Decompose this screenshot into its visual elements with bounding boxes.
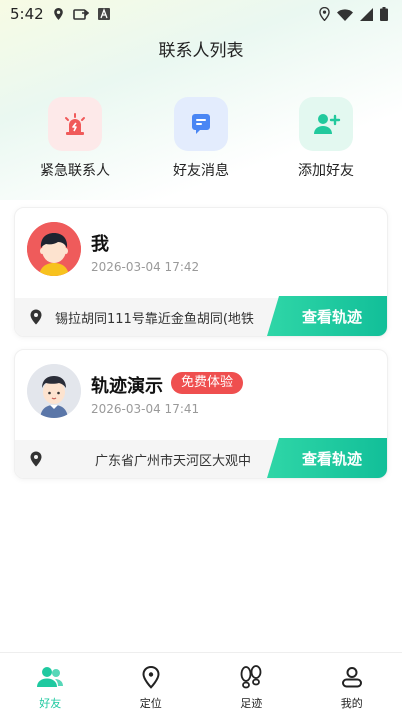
location-pin-icon <box>139 665 163 693</box>
forward-icon <box>72 8 89 21</box>
tab-label: 定位 <box>139 697 162 710</box>
tab-footprints[interactable]: 足迹 <box>201 653 302 716</box>
friend-messages-button[interactable]: 好友消息 <box>151 97 251 180</box>
tab-profile[interactable]: 我的 <box>302 653 402 716</box>
avatar <box>27 364 81 418</box>
quick-action-label: 添加好友 <box>298 163 354 179</box>
contact-time: 2026-03-04 17:42 <box>91 260 200 274</box>
message-icon <box>174 97 228 151</box>
page-title: 联系人列表 <box>158 41 244 61</box>
contact-address: 锡拉胡同111号靠近金鱼胡同(地铁 <box>55 312 254 327</box>
view-track-button[interactable]: 查看轨迹 <box>267 296 387 336</box>
quick-action-label: 好友消息 <box>173 163 229 179</box>
tab-location[interactable]: 定位 <box>101 653 202 716</box>
tab-label: 好友 <box>39 697 62 710</box>
footprints-icon <box>238 665 264 693</box>
tab-label: 足迹 <box>240 697 263 710</box>
quick-action-label: 紧急联系人 <box>40 163 110 179</box>
map-pin-icon <box>29 451 43 471</box>
profile-icon <box>340 665 364 693</box>
wifi-icon <box>337 8 353 21</box>
location-icon <box>319 7 330 21</box>
location-icon <box>53 8 64 20</box>
status-bar: 5:42 <box>0 0 402 28</box>
bottom-tab-bar: 好友 定位 足迹 我的 <box>0 652 402 716</box>
signal-icon <box>360 7 373 21</box>
contact-card[interactable]: 轨迹演示 免费体验 2026-03-04 17:41 广东省广州市天河区大观中 … <box>14 349 388 479</box>
a-icon <box>97 8 110 20</box>
contact-address: 广东省广州市天河区大观中 <box>95 454 252 469</box>
battery-icon <box>380 7 388 21</box>
add-friend-button[interactable]: 添加好友 <box>276 97 376 180</box>
tab-friends[interactable]: 好友 <box>0 653 101 716</box>
tab-label: 我的 <box>340 697 363 710</box>
avatar <box>27 222 81 276</box>
alarm-icon <box>48 97 102 151</box>
free-trial-badge: 免费体验 <box>171 372 244 394</box>
add-user-icon <box>299 97 353 151</box>
contact-card[interactable]: 我 2026-03-04 17:42 锡拉胡同111号靠近金鱼胡同(地铁 查看轨… <box>14 207 388 337</box>
view-track-button[interactable]: 查看轨迹 <box>267 438 387 478</box>
status-time: 5:42 <box>10 5 44 23</box>
map-pin-icon <box>29 309 43 329</box>
contact-name: 我 <box>91 234 109 255</box>
emergency-contacts-button[interactable]: 紧急联系人 <box>25 97 125 180</box>
friends-icon <box>36 665 64 693</box>
contact-name: 轨迹演示 <box>91 376 163 397</box>
contact-time: 2026-03-04 17:41 <box>91 402 200 416</box>
quick-actions: 紧急联系人 好友消息 添加好友 <box>0 97 402 187</box>
